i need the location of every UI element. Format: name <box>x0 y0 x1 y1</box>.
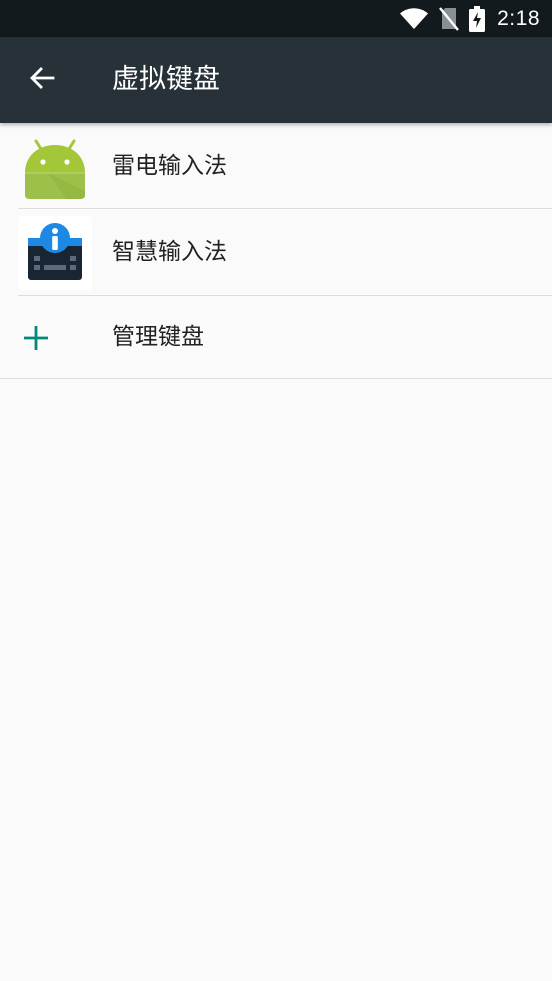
smart-keyboard-icon <box>18 216 92 290</box>
manage-keyboards-item[interactable]: 管理键盘 <box>0 296 552 379</box>
keyboard-list: 雷电输入法 智慧输入法 管理键盘 <box>0 123 552 379</box>
back-button[interactable] <box>18 58 66 102</box>
keyboard-item-leidian[interactable]: 雷电输入法 <box>0 123 552 209</box>
wifi-icon <box>399 7 429 30</box>
android-icon <box>18 129 92 203</box>
manage-keyboards-label: 管理键盘 <box>112 324 204 350</box>
battery-charging-icon <box>469 5 486 32</box>
keyboard-item-label: 雷电输入法 <box>112 153 227 179</box>
page-title: 虚拟键盘 <box>112 64 220 95</box>
status-bar: 2:18 <box>0 0 552 37</box>
app-bar: 虚拟键盘 <box>0 37 552 123</box>
keyboard-item-label: 智慧输入法 <box>112 239 227 265</box>
keyboard-item-zhihui[interactable]: 智慧输入法 <box>0 209 552 296</box>
status-icons: 2:18 <box>399 0 540 37</box>
status-time: 2:18 <box>497 6 540 30</box>
divider <box>0 378 552 379</box>
plus-icon <box>23 325 49 351</box>
arrow-back-icon <box>29 66 55 94</box>
no-sim-icon <box>439 6 460 31</box>
